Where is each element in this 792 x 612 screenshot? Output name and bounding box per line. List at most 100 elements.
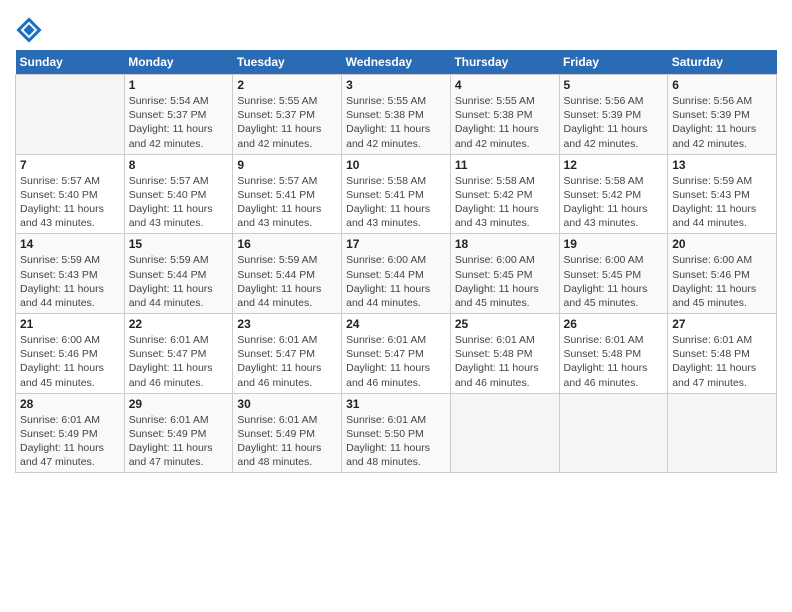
day-info: Sunrise: 5:55 AM Sunset: 5:38 PM Dayligh… — [346, 94, 446, 151]
day-info: Sunrise: 5:59 AM Sunset: 5:43 PM Dayligh… — [672, 174, 772, 231]
day-number: 24 — [346, 317, 446, 331]
header-day: Monday — [124, 50, 233, 75]
day-number: 25 — [455, 317, 555, 331]
day-info: Sunrise: 5:59 AM Sunset: 5:44 PM Dayligh… — [129, 253, 229, 310]
calendar-cell: 29 Sunrise: 6:01 AM Sunset: 5:49 PM Dayli… — [124, 393, 233, 473]
day-info: Sunrise: 5:56 AM Sunset: 5:39 PM Dayligh… — [564, 94, 664, 151]
day-info: Sunrise: 6:01 AM Sunset: 5:48 PM Dayligh… — [455, 333, 555, 390]
day-number: 4 — [455, 78, 555, 92]
day-number: 20 — [672, 237, 772, 251]
day-number: 23 — [237, 317, 337, 331]
calendar-cell: 7 Sunrise: 5:57 AM Sunset: 5:40 PM Daylig… — [16, 154, 125, 234]
day-info: Sunrise: 5:57 AM Sunset: 5:40 PM Dayligh… — [20, 174, 120, 231]
calendar-cell: 30Sunrise: 6:01 AM Sunset: 5:49 PM Dayli… — [233, 393, 342, 473]
day-info: Sunrise: 5:57 AM Sunset: 5:40 PM Dayligh… — [129, 174, 229, 231]
day-number: 16 — [237, 237, 337, 251]
day-info: Sunrise: 5:55 AM Sunset: 5:37 PM Dayligh… — [237, 94, 337, 151]
calendar-body: 1 Sunrise: 5:54 AM Sunset: 5:37 PM Daylig… — [16, 75, 777, 473]
calendar-cell — [16, 75, 125, 155]
day-number: 22 — [129, 317, 229, 331]
day-info: Sunrise: 6:01 AM Sunset: 5:49 PM Dayligh… — [237, 413, 337, 470]
calendar-cell: 11 Sunrise: 5:58 AM Sunset: 5:42 PM Dayli… — [450, 154, 559, 234]
day-number: 10 — [346, 158, 446, 172]
day-number: 14 — [20, 237, 120, 251]
day-info: Sunrise: 6:01 AM Sunset: 5:47 PM Dayligh… — [129, 333, 229, 390]
day-number: 1 — [129, 78, 229, 92]
calendar-cell: 1 Sunrise: 5:54 AM Sunset: 5:37 PM Daylig… — [124, 75, 233, 155]
calendar-cell: 10 Sunrise: 5:58 AM Sunset: 5:41 PM Dayli… — [342, 154, 451, 234]
calendar-cell: 23 Sunrise: 6:01 AM Sunset: 5:47 PM Dayli… — [233, 314, 342, 394]
header-day: Thursday — [450, 50, 559, 75]
calendar-header: SundayMondayTuesdayWednesdayThursdayFrid… — [16, 50, 777, 75]
day-number: 15 — [129, 237, 229, 251]
calendar-cell: 13 Sunrise: 5:59 AM Sunset: 5:43 PM Dayli… — [668, 154, 777, 234]
calendar-cell: 19Sunrise: 6:00 AM Sunset: 5:45 PM Dayli… — [559, 234, 668, 314]
calendar-cell: 5 Sunrise: 5:56 AM Sunset: 5:39 PM Daylig… — [559, 75, 668, 155]
header — [15, 10, 777, 44]
calendar-week: 21Sunrise: 6:00 AM Sunset: 5:46 PM Dayli… — [16, 314, 777, 394]
header-day: Saturday — [668, 50, 777, 75]
calendar-cell: 31Sunrise: 6:01 AM Sunset: 5:50 PM Dayli… — [342, 393, 451, 473]
day-number: 18 — [455, 237, 555, 251]
day-number: 6 — [672, 78, 772, 92]
day-info: Sunrise: 6:01 AM Sunset: 5:48 PM Dayligh… — [672, 333, 772, 390]
header-day: Sunday — [16, 50, 125, 75]
day-info: Sunrise: 5:59 AM Sunset: 5:43 PM Dayligh… — [20, 253, 120, 310]
calendar-week: 14 Sunrise: 5:59 AM Sunset: 5:43 PM Dayli… — [16, 234, 777, 314]
calendar-week: 1 Sunrise: 5:54 AM Sunset: 5:37 PM Daylig… — [16, 75, 777, 155]
calendar-cell: 17Sunrise: 6:00 AM Sunset: 5:44 PM Dayli… — [342, 234, 451, 314]
calendar-week: 7 Sunrise: 5:57 AM Sunset: 5:40 PM Daylig… — [16, 154, 777, 234]
day-number: 28 — [20, 397, 120, 411]
day-info: Sunrise: 5:54 AM Sunset: 5:37 PM Dayligh… — [129, 94, 229, 151]
day-info: Sunrise: 5:56 AM Sunset: 5:39 PM Dayligh… — [672, 94, 772, 151]
calendar-cell: 15 Sunrise: 5:59 AM Sunset: 5:44 PM Dayli… — [124, 234, 233, 314]
day-number: 12 — [564, 158, 664, 172]
day-info: Sunrise: 6:01 AM Sunset: 5:49 PM Dayligh… — [129, 413, 229, 470]
day-info: Sunrise: 5:58 AM Sunset: 5:42 PM Dayligh… — [564, 174, 664, 231]
calendar-cell — [668, 393, 777, 473]
day-info: Sunrise: 5:58 AM Sunset: 5:41 PM Dayligh… — [346, 174, 446, 231]
calendar-cell: 25 Sunrise: 6:01 AM Sunset: 5:48 PM Dayli… — [450, 314, 559, 394]
day-number: 2 — [237, 78, 337, 92]
day-number: 8 — [129, 158, 229, 172]
calendar-cell: 12 Sunrise: 5:58 AM Sunset: 5:42 PM Dayli… — [559, 154, 668, 234]
day-info: Sunrise: 5:58 AM Sunset: 5:42 PM Dayligh… — [455, 174, 555, 231]
day-number: 13 — [672, 158, 772, 172]
calendar-cell: 16Sunrise: 5:59 AM Sunset: 5:44 PM Dayli… — [233, 234, 342, 314]
day-number: 26 — [564, 317, 664, 331]
day-number: 5 — [564, 78, 664, 92]
header-day: Tuesday — [233, 50, 342, 75]
header-day: Friday — [559, 50, 668, 75]
calendar-cell: 8 Sunrise: 5:57 AM Sunset: 5:40 PM Daylig… — [124, 154, 233, 234]
calendar-cell — [450, 393, 559, 473]
day-info: Sunrise: 6:00 AM Sunset: 5:45 PM Dayligh… — [564, 253, 664, 310]
day-number: 27 — [672, 317, 772, 331]
header-day: Wednesday — [342, 50, 451, 75]
calendar-cell: 26 Sunrise: 6:01 AM Sunset: 5:48 PM Dayli… — [559, 314, 668, 394]
calendar-cell: 18 Sunrise: 6:00 AM Sunset: 5:45 PM Dayli… — [450, 234, 559, 314]
day-info: Sunrise: 6:00 AM Sunset: 5:45 PM Dayligh… — [455, 253, 555, 310]
day-info: Sunrise: 5:55 AM Sunset: 5:38 PM Dayligh… — [455, 94, 555, 151]
calendar-cell: 20 Sunrise: 6:00 AM Sunset: 5:46 PM Dayli… — [668, 234, 777, 314]
day-number: 21 — [20, 317, 120, 331]
day-info: Sunrise: 6:00 AM Sunset: 5:46 PM Dayligh… — [672, 253, 772, 310]
calendar-cell — [559, 393, 668, 473]
day-number: 7 — [20, 158, 120, 172]
day-number: 11 — [455, 158, 555, 172]
day-number: 17 — [346, 237, 446, 251]
calendar-cell: 9Sunrise: 5:57 AM Sunset: 5:41 PM Daylig… — [233, 154, 342, 234]
calendar-cell: 2 Sunrise: 5:55 AM Sunset: 5:37 PM Daylig… — [233, 75, 342, 155]
day-info: Sunrise: 6:01 AM Sunset: 5:48 PM Dayligh… — [564, 333, 664, 390]
calendar-cell: 6 Sunrise: 5:56 AM Sunset: 5:39 PM Daylig… — [668, 75, 777, 155]
calendar-table: SundayMondayTuesdayWednesdayThursdayFrid… — [15, 50, 777, 473]
day-info: Sunrise: 6:01 AM Sunset: 5:50 PM Dayligh… — [346, 413, 446, 470]
day-number: 3 — [346, 78, 446, 92]
calendar-cell: 22 Sunrise: 6:01 AM Sunset: 5:47 PM Dayli… — [124, 314, 233, 394]
day-number: 29 — [129, 397, 229, 411]
day-info: Sunrise: 6:01 AM Sunset: 5:49 PM Dayligh… — [20, 413, 120, 470]
calendar-cell: 3 Sunrise: 5:55 AM Sunset: 5:38 PM Daylig… — [342, 75, 451, 155]
calendar-cell: 24Sunrise: 6:01 AM Sunset: 5:47 PM Dayli… — [342, 314, 451, 394]
calendar-cell: 4 Sunrise: 5:55 AM Sunset: 5:38 PM Daylig… — [450, 75, 559, 155]
day-info: Sunrise: 6:01 AM Sunset: 5:47 PM Dayligh… — [237, 333, 337, 390]
header-row: SundayMondayTuesdayWednesdayThursdayFrid… — [16, 50, 777, 75]
